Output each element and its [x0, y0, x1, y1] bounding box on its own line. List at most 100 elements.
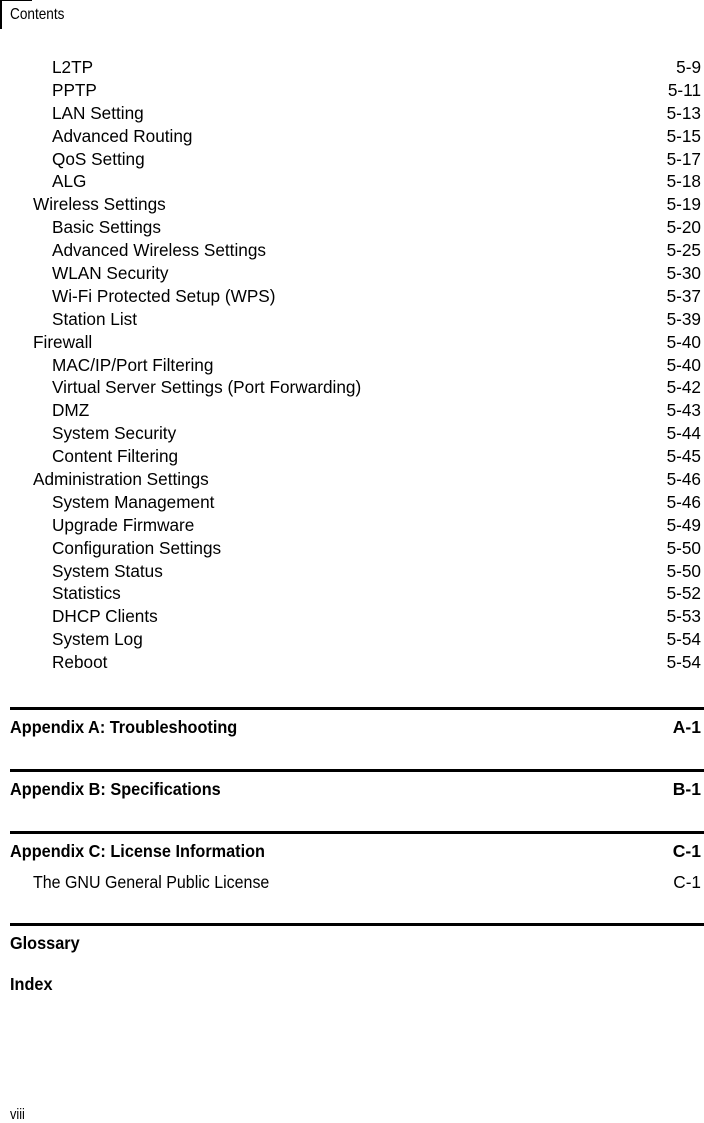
entry-page: 5-49 — [666, 514, 701, 535]
entry-page: 5-54 — [666, 629, 701, 650]
entry-label: Content Filtering — [52, 446, 179, 467]
toc-entry[interactable]: Basic Settings 5-20 — [0, 216, 704, 239]
toc-entry[interactable]: Wi-Fi Protected Setup (WPS) 5-37 — [0, 285, 704, 308]
entry-page: 5-46 — [666, 469, 701, 490]
running-header: Contents — [0, 0, 120, 30]
entry-page: 5-25 — [666, 240, 701, 261]
toc-entry-gnu-gpl[interactable]: The GNU General Public License C-1 — [10, 870, 704, 894]
entry-page: C-1 — [673, 872, 701, 892]
entry-label: Firewall — [33, 331, 93, 352]
entry-page: 5-40 — [666, 331, 701, 352]
header-title: Contents — [10, 6, 65, 23]
entry-page: 5-15 — [666, 125, 701, 146]
entry-label: Reboot — [52, 652, 108, 673]
toc-entry-glossary[interactable]: Glossary — [10, 930, 704, 956]
appendix-b-section: Appendix B: Specifications B-1 — [10, 769, 704, 802]
toc-entry[interactable]: System Status 5-50 — [0, 560, 704, 583]
toc-entry-appendix-c[interactable]: Appendix C: License Information C-1 — [10, 838, 704, 864]
entry-label: System Management — [52, 491, 215, 512]
toc-entry[interactable]: Firewall 5-40 — [0, 331, 704, 354]
entry-page: 5-18 — [666, 171, 701, 192]
entry-label: Advanced Routing — [52, 125, 193, 146]
entry-page: A-1 — [672, 717, 701, 737]
toc-entry[interactable]: Reboot 5-54 — [0, 651, 704, 674]
entry-page: 5-46 — [666, 491, 701, 512]
toc-entry[interactable]: PPTP 5-11 — [0, 79, 704, 102]
toc-entry-appendix-a[interactable]: Appendix A: Troubleshooting A-1 — [10, 714, 704, 740]
entry-page: 5-13 — [666, 102, 701, 123]
entry-label: WLAN Security — [52, 263, 169, 284]
entry-label: System Security — [52, 423, 177, 444]
toc-entry[interactable]: Upgrade Firmware 5-49 — [0, 514, 704, 537]
toc-entry[interactable]: Administration Settings 5-46 — [0, 468, 704, 491]
entry-page: 5-19 — [666, 194, 701, 215]
toc-entry[interactable]: Advanced Wireless Settings 5-25 — [0, 239, 704, 262]
entry-label: System Status — [52, 560, 163, 581]
entry-label: Administration Settings — [33, 469, 209, 490]
entry-label: System Log — [52, 629, 143, 650]
entry-label: Station List — [52, 308, 138, 329]
entry-page: 5-50 — [666, 560, 701, 581]
toc-entry[interactable]: Virtual Server Settings (Port Forwarding… — [0, 376, 704, 399]
entry-page: 5-44 — [666, 423, 701, 444]
entry-page: 5-45 — [666, 446, 701, 467]
entry-page: 5-39 — [666, 308, 701, 329]
toc-entries: L2TP 5-9 PPTP 5-11 LAN Setting 5-13 Advanced R… — [0, 56, 704, 674]
entry-label: Configuration Settings — [52, 537, 222, 558]
toc-entry[interactable]: DHCP Clients 5-53 — [0, 605, 704, 628]
toc-entry[interactable]: ALG 5-18 — [0, 170, 704, 193]
entry-page: 5-11 — [667, 79, 701, 100]
toc-entry[interactable]: Wireless Settings 5-19 — [0, 193, 704, 216]
toc-entry[interactable]: DMZ 5-43 — [0, 399, 704, 422]
toc-entry[interactable]: Station List 5-39 — [0, 308, 704, 331]
entry-label: Appendix B: Specifications — [10, 779, 221, 799]
entry-page: 5-43 — [666, 400, 701, 421]
entry-label: Upgrade Firmware — [52, 514, 195, 535]
page-number: viii — [10, 1106, 25, 1123]
toc-entry-index[interactable]: Index — [10, 974, 53, 995]
toc-entry[interactable]: System Log 5-54 — [0, 628, 704, 651]
section-rule — [10, 923, 704, 926]
entry-label: Basic Settings — [52, 217, 161, 238]
toc-entry[interactable]: WLAN Security 5-30 — [0, 262, 704, 285]
toc-entry[interactable]: LAN Setting 5-13 — [0, 102, 704, 125]
toc-entry[interactable]: MAC/IP/Port Filtering 5-40 — [0, 354, 704, 377]
entry-label: ALG — [52, 171, 87, 192]
entry-label: Wireless Settings — [33, 194, 166, 215]
entry-page: B-1 — [672, 779, 701, 799]
entry-label: Appendix A: Troubleshooting — [10, 717, 238, 737]
entry-label: MAC/IP/Port Filtering — [52, 354, 214, 375]
header-bracket — [0, 0, 2, 29]
toc-entry[interactable]: QoS Setting 5-17 — [0, 148, 704, 171]
toc-entry[interactable]: Content Filtering 5-45 — [0, 445, 704, 468]
entry-label: The GNU General Public License — [33, 872, 270, 892]
appendix-c-section: Appendix C: License Information C-1 The … — [10, 831, 704, 894]
toc-entry[interactable]: System Security 5-44 — [0, 422, 704, 445]
entry-label: Wi-Fi Protected Setup (WPS) — [52, 285, 276, 306]
toc-entry-appendix-b[interactable]: Appendix B: Specifications B-1 — [10, 776, 704, 802]
entry-page: 5-42 — [666, 377, 701, 398]
entry-label: QoS Setting — [52, 148, 145, 169]
toc-entry[interactable]: Advanced Routing 5-15 — [0, 125, 704, 148]
entry-label: Appendix C: License Information — [10, 841, 266, 861]
toc-entry[interactable]: System Management 5-46 — [0, 491, 704, 514]
entry-label: Virtual Server Settings (Port Forwarding… — [52, 377, 362, 398]
header-rule — [0, 0, 32, 1]
entry-page: 5-30 — [666, 263, 701, 284]
entry-page: 5-17 — [666, 148, 701, 169]
entry-label: PPTP — [52, 79, 97, 100]
entry-label: Statistics — [52, 583, 121, 604]
entry-label: LAN Setting — [52, 102, 144, 123]
entry-page: 5-37 — [666, 285, 701, 306]
toc-entry[interactable]: L2TP 5-9 — [0, 56, 704, 79]
entry-label: L2TP — [52, 57, 94, 77]
entry-label: DMZ — [52, 400, 90, 421]
entry-page: 5-54 — [666, 652, 701, 673]
entry-page: 5-40 — [666, 354, 701, 375]
toc-entry[interactable]: Configuration Settings 5-50 — [0, 537, 704, 560]
toc-entry[interactable]: Statistics 5-52 — [0, 582, 704, 605]
entry-page: 5-52 — [666, 583, 701, 604]
entry-page: 5-9 — [676, 57, 701, 77]
entry-page: C-1 — [672, 841, 701, 861]
section-rule — [10, 769, 704, 772]
